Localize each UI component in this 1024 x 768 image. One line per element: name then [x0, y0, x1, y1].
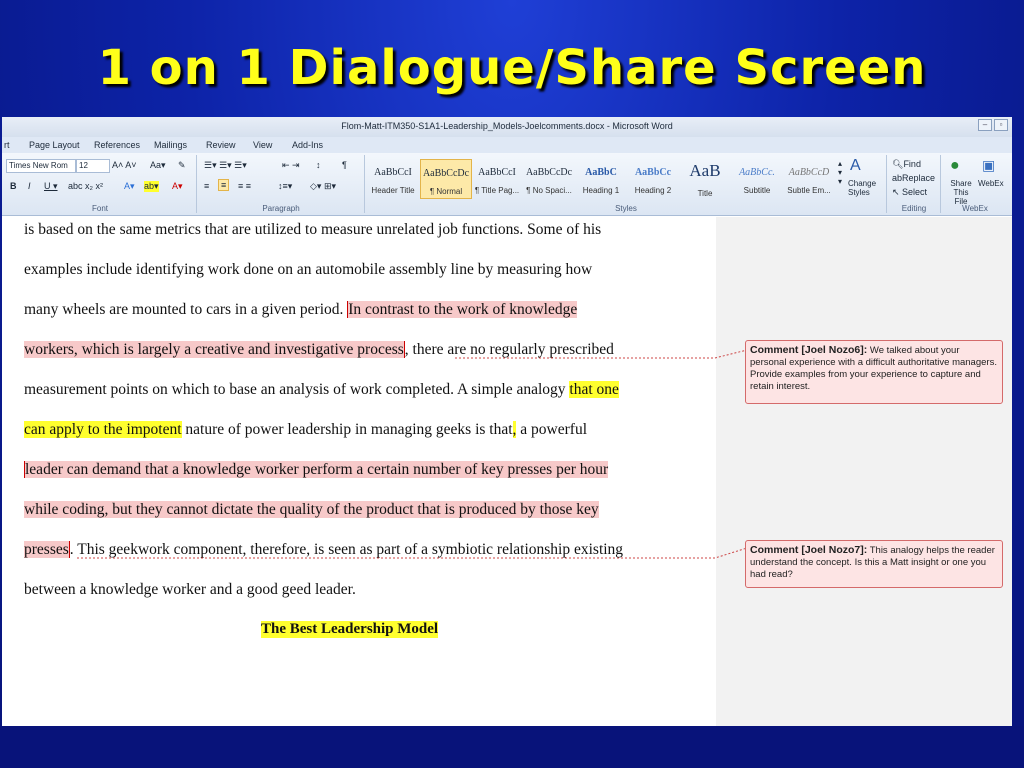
comment-author: Comment [Joel Nozo6]:	[750, 344, 868, 356]
comment-author: Comment [Joel Nozo7]:	[750, 544, 868, 556]
comment-balloon[interactable]: Comment [Joel Nozo7]: This analogy helps…	[745, 540, 1003, 588]
comment-balloon[interactable]: Comment [Joel Nozo6]: We talked about yo…	[745, 340, 1003, 404]
slide-footer	[0, 726, 1024, 768]
